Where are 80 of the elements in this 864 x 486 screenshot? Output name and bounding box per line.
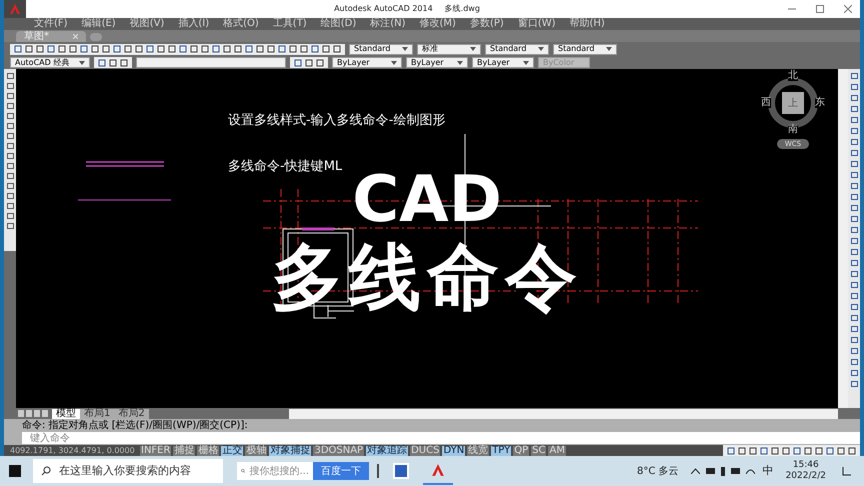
dim-style-dropdown[interactable]: 标准 (417, 44, 481, 54)
menu-item[interactable]: 参数(P) (470, 19, 504, 29)
close-icon[interactable] (844, 5, 852, 13)
caret-icon (391, 60, 397, 64)
vertical-scrollbar[interactable] (838, 69, 848, 408)
web-search-button[interactable]: 百度一下 (313, 462, 369, 480)
file-tab[interactable]: 草图* (16, 31, 86, 42)
compass-south: 南 (788, 125, 798, 135)
web-search-placeholder: 搜你想搜的... (249, 464, 309, 478)
status-toggle[interactable]: 对象捕捉 (269, 446, 312, 456)
status-toggle[interactable]: DUCS (410, 446, 440, 456)
workspace-dropdown[interactable]: AutoCAD 经典 (10, 57, 90, 68)
status-toggle[interactable]: INFER (140, 446, 172, 456)
search-placeholder: 在这里输入你要搜索的内容 (59, 462, 191, 479)
caret-icon (79, 60, 85, 64)
note-text: 设置多线样式-输入多线命令-绘制图形 (228, 112, 446, 130)
menu-item[interactable]: 格式(O) (223, 19, 259, 29)
viewcube-top-face[interactable]: 上 (782, 92, 804, 114)
clock-time: 15:46 (792, 460, 819, 471)
word-app-icon[interactable] (393, 463, 409, 479)
text-style-dropdown[interactable]: Standard (349, 44, 413, 54)
caret-icon (606, 47, 612, 51)
menu-item[interactable]: 绘图(D) (320, 19, 356, 29)
status-toggle[interactable]: 线宽 (467, 446, 490, 456)
menu-item[interactable]: 窗口(W) (518, 19, 556, 29)
menu-item[interactable]: 文件(F) (34, 19, 68, 29)
search-icon (241, 467, 246, 475)
taskbar-search-field[interactable]: 在这里输入你要搜索的内容 (33, 459, 223, 483)
status-toggle[interactable]: AM (548, 446, 566, 456)
command-input[interactable]: 键入命令 (22, 432, 860, 444)
status-toggle[interactable]: DYN (442, 446, 466, 456)
status-toggle[interactable]: QP (513, 446, 530, 456)
status-toggle[interactable]: 正交 (221, 446, 244, 456)
caret-icon (402, 47, 408, 51)
menu-item[interactable]: 工具(T) (272, 19, 307, 29)
menu-item[interactable]: 视图(V) (130, 19, 164, 29)
window-title: Autodesk AutoCAD 2014 (334, 3, 433, 15)
compass-east: 东 (815, 98, 825, 108)
file-name: 多线.dwg (444, 3, 480, 15)
input-method-indicator[interactable]: 中 (762, 462, 774, 480)
compass-north: 北 (788, 71, 798, 81)
note-text: 多线命令-快捷键ML (228, 158, 342, 176)
chevron-up-icon[interactable] (690, 468, 700, 474)
status-toggle[interactable]: 捕捉 (173, 446, 196, 456)
monitor-icon[interactable] (730, 468, 740, 474)
search-icon (41, 466, 51, 476)
status-toggle[interactable]: 3DOSNAP (313, 446, 364, 456)
menu-item[interactable]: 插入(I) (178, 19, 210, 29)
table-style-dropdown[interactable]: Standard (485, 44, 549, 54)
command-history: 命令: 指定对角点或 [栏选(F)/圈围(WP)/圈交(CP)]: (22, 420, 248, 430)
layout-tab[interactable]: 布局2 (114, 408, 149, 418)
menu-item[interactable]: 修改(M) (420, 19, 456, 29)
status-toggle[interactable]: SC (531, 446, 546, 456)
color-dropdown[interactable]: ByLayer (332, 57, 402, 68)
layout-tab[interactable]: 布局1 (80, 408, 114, 418)
weather-text: 8°C 多云 (637, 464, 679, 478)
caret-icon (470, 47, 476, 51)
caret-icon (457, 60, 463, 64)
compass-west: 西 (761, 98, 771, 108)
menu-item[interactable]: 标注(N) (370, 19, 406, 29)
status-toggle[interactable]: 栅格 (197, 446, 220, 456)
menu-item[interactable]: 帮助(H) (570, 19, 605, 29)
start-icon[interactable] (9, 465, 21, 477)
status-toggle[interactable]: 极轴 (245, 446, 268, 456)
coordinates: 4092.1791, 3024.4791, 0.0000 (10, 446, 136, 454)
maximize-icon[interactable] (816, 5, 824, 13)
status-toggle[interactable]: TPY (491, 446, 512, 456)
lineweight-dropdown[interactable]: ByLayer (472, 57, 534, 68)
web-search-field[interactable]: 搜你想搜的... (237, 462, 313, 480)
status-toggle[interactable]: 对象追踪 (366, 446, 408, 456)
notification-icon[interactable] (842, 466, 852, 476)
multileader-style-dropdown[interactable]: Standard (553, 44, 617, 54)
caret-icon (538, 47, 544, 51)
clock-date: 2022/2/2 (786, 471, 826, 482)
linetype-dropdown[interactable]: ByLayer (406, 57, 468, 68)
horizontal-scrollbar[interactable] (288, 408, 838, 418)
layout-tab[interactable]: 模型 (52, 408, 80, 418)
menu-item[interactable]: 编辑(E) (82, 19, 116, 29)
caret-icon (523, 60, 529, 64)
wifi-icon[interactable] (746, 468, 755, 474)
